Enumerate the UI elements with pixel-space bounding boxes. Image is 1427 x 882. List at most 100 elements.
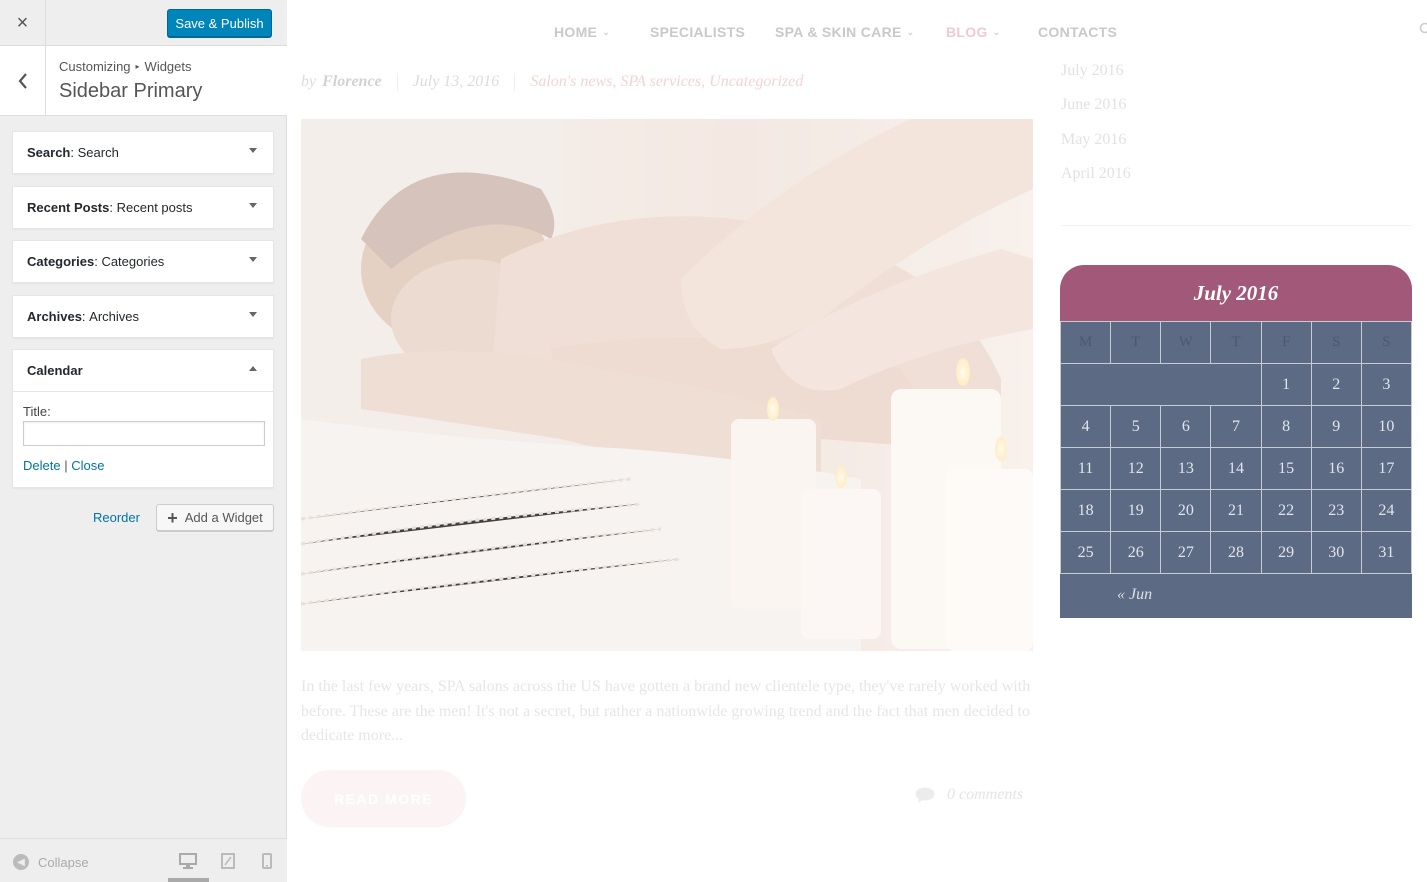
nav-item-contacts[interactable]: CONTACTS	[1038, 24, 1117, 40]
plus-icon: +	[167, 507, 178, 528]
widget-title: Search	[77, 145, 119, 160]
calendar-caption: July 2016	[1060, 265, 1412, 321]
calendar-day: 27	[1160, 531, 1212, 574]
calendar-day: 31	[1360, 531, 1413, 574]
archives-list: July 2016 June 2016 May 2016 April 2016	[1061, 60, 1411, 197]
delete-link[interactable]: Delete	[23, 458, 61, 473]
widget-actions: Delete | Close	[23, 458, 263, 473]
widget-archives[interactable]: Archives: Archives	[12, 295, 274, 338]
post-categories[interactable]: Salon's news, SPA services, Uncategorize…	[530, 73, 803, 91]
expand-arrow-icon[interactable]	[249, 203, 257, 208]
comments-count: 0 comments	[947, 786, 1023, 803]
mobile-icon[interactable]	[256, 850, 278, 872]
archive-link[interactable]: May 2016	[1061, 129, 1411, 163]
widget-title: Archives	[89, 309, 140, 324]
calendar-day: 11	[1059, 447, 1112, 490]
customizer-header: × Save & Publish	[0, 0, 287, 46]
calendar-table: M T W T F S S 1 2 3 4 5 6 7 8 9 10 11 12…	[1059, 321, 1413, 574]
comment-icon	[915, 787, 935, 803]
title-input[interactable]	[23, 421, 265, 446]
breadcrumb-customizing: Customizing	[59, 59, 131, 74]
widget-categories[interactable]: Categories: Categories	[12, 240, 274, 283]
back-chevron-icon[interactable]	[0, 46, 46, 115]
title-label: Title:	[23, 404, 51, 419]
expand-arrow-icon[interactable]	[249, 148, 257, 153]
close-link[interactable]: Close	[71, 458, 104, 473]
breadcrumb-widgets: Widgets	[144, 59, 192, 74]
widget-type: Categories	[27, 254, 95, 269]
reorder-link[interactable]: Reorder	[93, 510, 140, 525]
archive-link[interactable]: April 2016	[1061, 163, 1411, 197]
expand-arrow-icon[interactable]	[249, 312, 257, 317]
post-date-link[interactable]: July 13, 2016	[413, 73, 500, 91]
tablet-icon[interactable]	[217, 850, 239, 872]
weekday-row: M T W T F S S	[1059, 321, 1413, 364]
section-title: Sidebar Primary	[59, 80, 203, 102]
calendar-widget: July 2016 M T W T F S S 1 2 3 4 5 6 7 8 …	[1059, 265, 1413, 618]
widget-search-header[interactable]: Search: Search	[13, 132, 273, 173]
expand-arrow-icon[interactable]	[249, 257, 257, 262]
collapse-arrow-icon[interactable]	[249, 366, 257, 371]
widget-type: Recent Posts	[27, 200, 110, 215]
calendar-week-row: 11 12 13 14 15 16 17	[1059, 447, 1413, 490]
calendar-day: 26	[1110, 531, 1162, 574]
collapse-label: Collapse	[38, 854, 89, 870]
weekday-header: W	[1160, 321, 1212, 364]
nav-item-home[interactable]: HOME ⌄	[554, 24, 610, 40]
widget-calendar[interactable]: Calendar Title: Delete | Close	[12, 349, 274, 488]
chevron-down-icon: ⌄	[992, 26, 1001, 37]
calendar-day: 23	[1310, 489, 1362, 532]
nav-item-blog[interactable]: BLOG ⌄	[946, 24, 1001, 40]
calendar-day: 4	[1059, 405, 1112, 448]
archive-link[interactable]: June 2016	[1061, 94, 1411, 128]
chevron-down-icon: ⌄	[906, 26, 915, 37]
divider	[1061, 225, 1412, 226]
calendar-day: 22	[1260, 489, 1312, 532]
calendar-day: 13	[1160, 447, 1212, 490]
nav-item-spa-skin-care[interactable]: SPA & SKIN CARE ⌄	[775, 24, 914, 40]
comments-link[interactable]: 0 comments	[915, 786, 1023, 804]
widget-archives-header[interactable]: Archives: Archives	[13, 296, 273, 337]
weekday-header: F	[1260, 321, 1312, 364]
add-widget-button[interactable]: + Add a Widget	[156, 504, 274, 531]
calendar-nav: « Jun	[1060, 574, 1412, 618]
widget-search[interactable]: Search: Search	[12, 131, 274, 174]
widget-recent-posts-header[interactable]: Recent Posts: Recent posts	[13, 187, 273, 228]
post-featured-image[interactable]	[301, 119, 1033, 651]
widget-title: Recent posts	[116, 200, 193, 215]
save-publish-button[interactable]: Save & Publish	[167, 9, 272, 37]
widget-calendar-form: Title: Delete | Close	[13, 391, 273, 487]
calendar-day: 28	[1210, 531, 1262, 574]
calendar-day: 17	[1360, 447, 1413, 490]
post-author-link[interactable]: Florence	[322, 73, 382, 91]
meta-divider	[396, 73, 398, 91]
calendar-day: 3	[1360, 363, 1413, 406]
calendar-day: 19	[1110, 489, 1162, 532]
archive-link[interactable]: July 2016	[1061, 60, 1411, 94]
calendar-day: 29	[1260, 531, 1312, 574]
weekday-header: M	[1059, 321, 1112, 364]
calendar-week-row: 25 26 27 28 29 30 31	[1059, 531, 1413, 574]
add-widget-label: Add a Widget	[184, 510, 263, 525]
calendar-day: 30	[1310, 531, 1362, 574]
calendar-prev-month-link[interactable]: « Jun	[1117, 586, 1152, 604]
calendar-day: 16	[1310, 447, 1362, 490]
collapse-icon: ◀	[13, 854, 29, 870]
read-more-button[interactable]: READ MORE	[301, 770, 466, 827]
widget-type: Calendar	[27, 363, 83, 378]
search-icon[interactable]	[1419, 22, 1427, 36]
widget-calendar-header[interactable]: Calendar	[13, 350, 273, 391]
calendar-day: 1	[1260, 363, 1312, 406]
close-icon[interactable]: ×	[0, 0, 46, 46]
widget-title: Categories	[101, 254, 165, 269]
nav-label: HOME	[554, 24, 598, 40]
widget-recent-posts[interactable]: Recent Posts: Recent posts	[12, 186, 274, 229]
nav-item-specialists[interactable]: SPECIALISTS	[650, 24, 745, 40]
main-navigation: HOME ⌄ SPECIALISTS SPA & SKIN CARE ⌄ BLO…	[287, 0, 1427, 62]
widget-categories-header[interactable]: Categories: Categories	[13, 241, 273, 282]
collapse-button[interactable]: ◀ Collapse	[13, 854, 89, 870]
meta-divider	[514, 73, 516, 91]
calendar-day: 20	[1160, 489, 1212, 532]
calendar-day: 24	[1360, 489, 1413, 532]
desktop-icon[interactable]	[177, 850, 199, 872]
